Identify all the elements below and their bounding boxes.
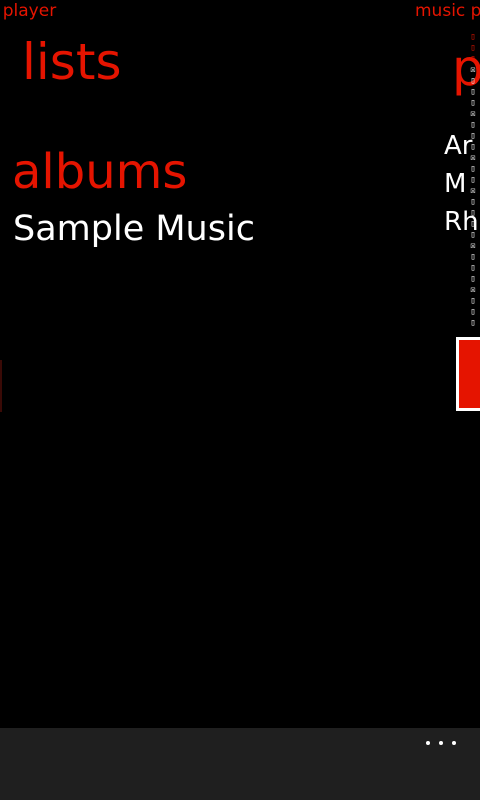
app-bar: [0, 728, 480, 800]
ellipsis-dot: [452, 741, 456, 745]
pivot-header-lists[interactable]: lists: [22, 30, 122, 94]
list-item-sample-music[interactable]: Sample Music: [13, 206, 255, 252]
left-edge-divider: [0, 360, 2, 412]
app-title-right: music p: [415, 1, 480, 21]
ellipsis-icon[interactable]: [426, 728, 456, 758]
ellipsis-dot: [426, 741, 430, 745]
app-title-left: c player: [0, 1, 57, 21]
section-title-albums: albums: [12, 144, 188, 200]
ellipsis-dot: [439, 741, 443, 745]
now-playing-tile[interactable]: [456, 337, 480, 411]
